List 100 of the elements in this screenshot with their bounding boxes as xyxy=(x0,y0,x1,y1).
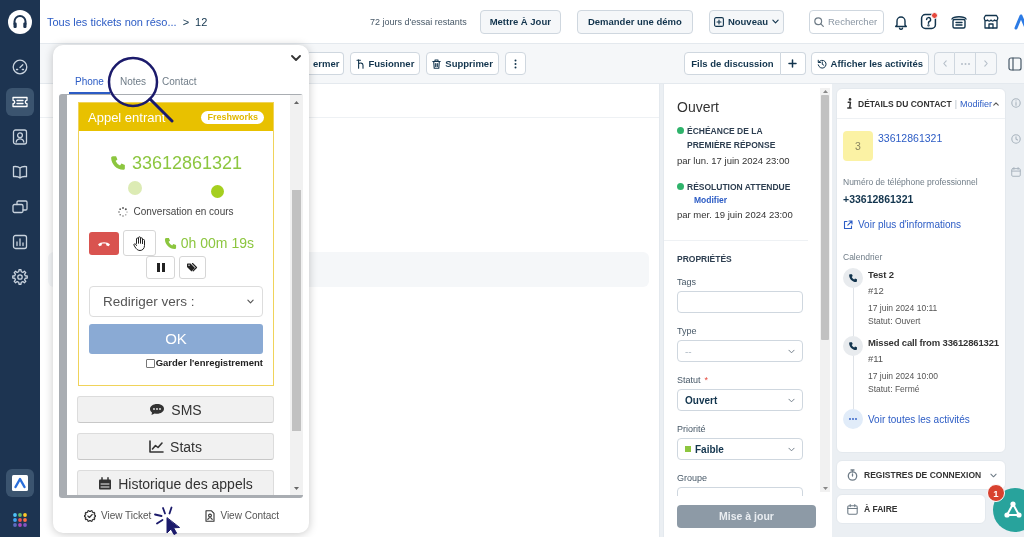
upgrade-button[interactable]: Mettre À Jour xyxy=(479,9,561,34)
ticket-icon xyxy=(12,94,28,110)
scrollbar-thumb[interactable] xyxy=(292,190,301,431)
chevron-down-icon xyxy=(788,397,795,403)
breadcrumb-separator: > xyxy=(182,15,190,28)
stopwatch-icon xyxy=(847,469,858,481)
chevron-down-icon xyxy=(788,446,795,452)
activities-button[interactable]: Afficher les activités xyxy=(810,52,929,75)
scrollbar-thumb[interactable] xyxy=(821,95,829,340)
tag-button[interactable] xyxy=(179,256,206,279)
settings-icon xyxy=(12,269,28,285)
input-field[interactable] xyxy=(677,291,803,313)
app-tile-icon[interactable] xyxy=(6,469,34,497)
all-activities-link[interactable]: Voir toutes les activités xyxy=(868,413,970,425)
trial-notice: 72 jours d'essai restants xyxy=(369,16,467,27)
help-icon[interactable] xyxy=(920,13,937,30)
activity-date: 17 juin 2024 10:00 xyxy=(868,371,939,382)
chevron-down-icon[interactable] xyxy=(291,55,301,61)
status-dot-icon xyxy=(677,183,684,190)
calendar-icon xyxy=(847,503,858,515)
sla-label: ÉCHÉANCE DE LA PREMIÈRE RÉPONSE xyxy=(687,125,777,152)
sla-label: RÉSOLUTION ATTENDUE xyxy=(687,181,791,194)
plus-square-icon xyxy=(713,16,724,27)
edit-link[interactable]: Modifier xyxy=(694,194,791,206)
history-button[interactable]: Historique des appels xyxy=(77,470,274,495)
headset-logo-icon[interactable] xyxy=(8,10,32,34)
history-icon xyxy=(816,58,827,69)
new-button[interactable]: Nouveau xyxy=(708,9,784,34)
chat-launcher-button[interactable] xyxy=(993,488,1024,532)
section-title: REGISTRES DE CONNEXION xyxy=(864,470,982,480)
demo-button[interactable]: Demander une démo xyxy=(576,9,693,34)
desk-phone-icon[interactable] xyxy=(951,13,967,30)
calendar-icon xyxy=(98,477,113,490)
logo-icon[interactable] xyxy=(1014,13,1024,30)
panel-toggle-icon[interactable] xyxy=(1008,56,1022,71)
threads-button[interactable]: Fils de discussion xyxy=(684,52,781,75)
required-mark: * xyxy=(704,374,709,386)
caller-number: 33612861321 xyxy=(131,152,243,175)
phone-icon xyxy=(109,155,126,171)
field-label: Priorité xyxy=(677,423,706,435)
chevron-left-icon xyxy=(942,60,947,67)
sla-due-date: par lun. 17 juin 2024 23:00 xyxy=(677,154,791,167)
section-title: DÉTAILS DU CONTACT xyxy=(858,98,952,109)
chat-windows-icon xyxy=(12,199,28,215)
field-label: Tags xyxy=(677,276,696,288)
contact-name-link[interactable]: 33612861321 xyxy=(878,132,943,145)
section-title: À FAIRE xyxy=(864,504,898,514)
nav-button[interactable] xyxy=(6,88,34,116)
scrollbar[interactable] xyxy=(820,88,830,492)
chevron-down-icon xyxy=(788,348,795,354)
scroll-up-icon xyxy=(294,101,299,104)
section-label: Calendrier xyxy=(843,252,884,263)
avatar: 3 xyxy=(843,131,873,161)
tab[interactable]: Contact xyxy=(156,70,203,94)
redirect-select[interactable]: Rediriger vers : xyxy=(89,286,263,317)
plus-icon xyxy=(788,59,798,68)
toolbar-button[interactable]: ermer xyxy=(309,52,345,75)
phone-icon xyxy=(163,236,177,250)
phone-icon xyxy=(843,268,863,288)
sla-due-date: par mer. 19 juin 2024 23:00 xyxy=(677,208,794,221)
sms-button[interactable]: SMS xyxy=(77,396,274,423)
activity-title: Missed call from 33612861321 xyxy=(868,336,999,349)
add-button[interactable] xyxy=(780,52,806,75)
scroll-up-icon xyxy=(822,90,828,93)
apps-grid-icon[interactable] xyxy=(13,513,27,527)
view-contact-link[interactable]: View Contact xyxy=(205,509,280,522)
pause-button[interactable] xyxy=(146,256,175,279)
external-link-icon xyxy=(843,219,853,230)
bell-icon[interactable] xyxy=(893,13,909,30)
collapsible-section[interactable]: À FAIRE xyxy=(836,494,986,524)
field-value: +33612861321 xyxy=(843,193,915,206)
view-ticket-link[interactable]: View Ticket xyxy=(84,509,152,522)
delete-button[interactable]: Supprimer xyxy=(426,52,499,75)
select-field[interactable]: Ouvert xyxy=(677,389,803,411)
field-label: Type xyxy=(677,325,697,337)
contact-card-icon xyxy=(12,129,28,145)
merge-button[interactable]: Fusionner xyxy=(350,52,421,75)
store-icon[interactable] xyxy=(983,13,999,30)
pause-icon xyxy=(156,263,165,272)
call-status: Conversation en cours xyxy=(133,205,234,219)
ticket-number: 12 xyxy=(195,15,208,28)
edit-link[interactable]: Modifier xyxy=(960,98,992,109)
field-label: Numéro de téléphone professionnel xyxy=(843,177,979,188)
chevron-up-icon[interactable] xyxy=(993,101,999,106)
stats-button[interactable]: Stats xyxy=(77,433,274,460)
hold-button[interactable] xyxy=(123,230,156,256)
collapsible-section[interactable]: REGISTRES DE CONNEXION xyxy=(836,460,1006,490)
activity-status: Statut: Ouvert xyxy=(868,316,922,327)
more-info-link[interactable]: Voir plus d'informations xyxy=(843,218,999,231)
gauge-icon xyxy=(12,59,28,75)
breadcrumb-link[interactable]: Tous les tickets non réso... xyxy=(47,15,177,28)
cursor-icon xyxy=(154,506,182,536)
record-checkbox[interactable] xyxy=(145,358,155,368)
chevron-down-icon xyxy=(247,299,254,304)
call-timer: 0h 00m 19s xyxy=(180,235,254,251)
search-field[interactable]: Rechercher xyxy=(809,9,884,34)
line-chart-icon xyxy=(149,440,165,453)
hang-up-icon xyxy=(97,240,111,247)
select-field[interactable]: Faible xyxy=(677,438,803,460)
scrollbar[interactable] xyxy=(290,95,303,495)
